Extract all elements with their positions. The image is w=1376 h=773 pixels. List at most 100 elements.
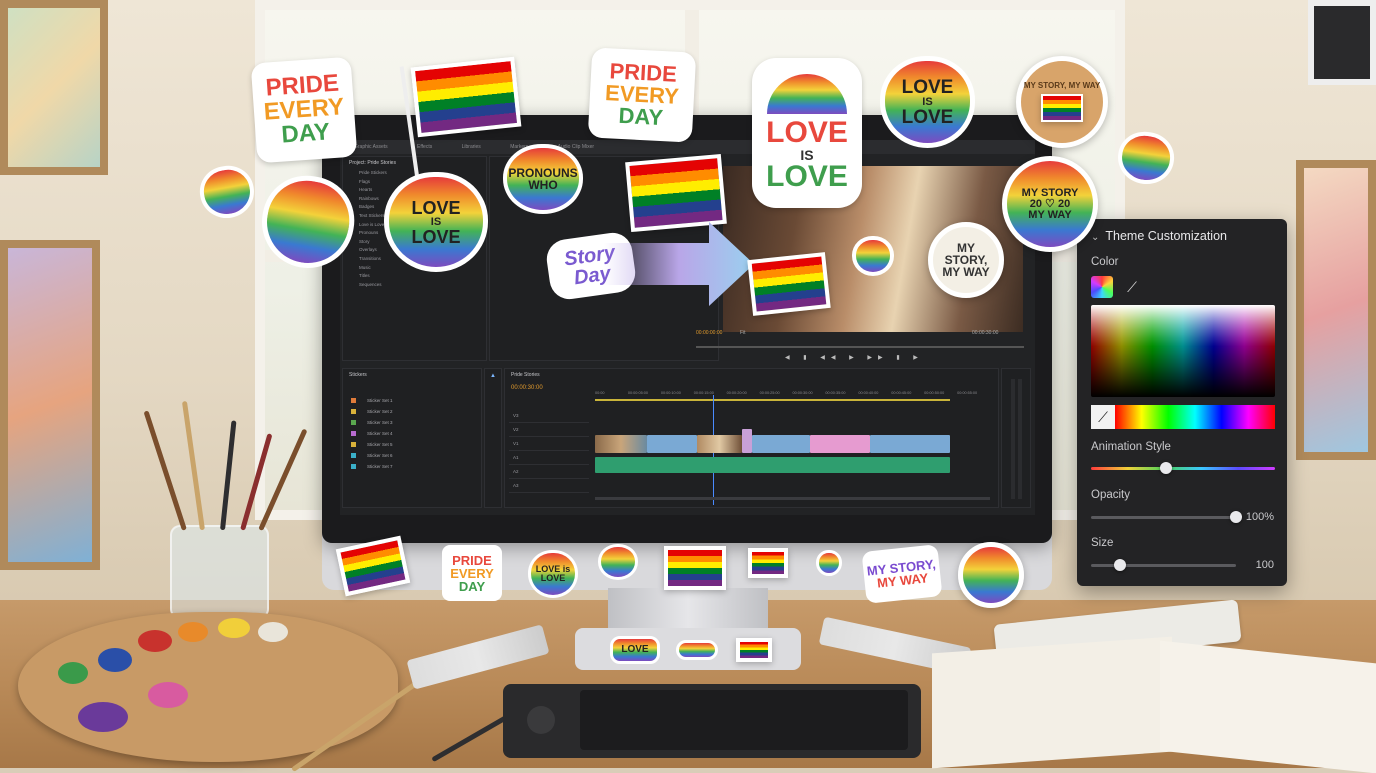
wall-art-left-bottom bbox=[0, 240, 100, 570]
bin-item[interactable]: Sticker Set 3 bbox=[343, 417, 481, 428]
tools-panel: ▲ bbox=[484, 368, 502, 508]
bin-item-label: Sticker Set 6 bbox=[367, 453, 393, 458]
video-clip[interactable] bbox=[810, 435, 870, 453]
timeline-timecode: 00:00:30:00 bbox=[511, 385, 543, 391]
label-color-swatch bbox=[351, 409, 356, 414]
paint-palette bbox=[18, 612, 398, 762]
pride-flag-sticker bbox=[664, 546, 726, 590]
video-clip[interactable] bbox=[742, 429, 752, 453]
video-clip[interactable] bbox=[870, 435, 950, 453]
track-header[interactable]: V2 bbox=[509, 423, 589, 437]
tree-item[interactable]: Titles bbox=[343, 272, 486, 281]
video-clip[interactable] bbox=[752, 435, 810, 453]
heart-sticker bbox=[816, 550, 842, 576]
track-header[interactable]: V3 bbox=[509, 409, 589, 423]
progress-pride-flag-sticker bbox=[747, 252, 831, 316]
ruler-mark: 00:00:35:00 bbox=[825, 391, 846, 395]
size-slider[interactable] bbox=[1091, 564, 1236, 567]
love-is-love-heart-sticker: LOVE IS LOVE bbox=[384, 172, 488, 272]
track-header[interactable]: A2 bbox=[509, 465, 589, 479]
ruler-mark: 00:00:25:00 bbox=[759, 391, 780, 395]
ruler-mark: 00:00:30:00 bbox=[792, 391, 813, 395]
bin-item-label: Sticker Set 2 bbox=[367, 409, 393, 414]
pride-every-day-sticker: PRIDE EVERY DAY bbox=[250, 56, 358, 164]
transport-controls[interactable]: ◀ ▮ ◀◀ ▶ ▶▶ ▮ ▶ bbox=[785, 354, 935, 362]
zoom-select[interactable]: Fit bbox=[740, 330, 746, 336]
opacity-slider[interactable] bbox=[1091, 516, 1236, 519]
timecode-left: 00:00:00:00 bbox=[696, 330, 723, 336]
video-clip[interactable] bbox=[647, 435, 697, 453]
bin-item-label: Sticker Set 4 bbox=[367, 431, 393, 436]
ruler-mark: 00:00 bbox=[595, 391, 605, 395]
label-color-swatch bbox=[351, 398, 356, 403]
work-area-bar[interactable] bbox=[595, 399, 950, 401]
timecode-right: 00:00:30:00 bbox=[972, 330, 999, 336]
tree-item[interactable]: Sequences bbox=[343, 281, 486, 290]
chevron-down-icon[interactable]: ⌄ bbox=[1091, 232, 1099, 243]
tablet-active-area bbox=[580, 690, 908, 750]
bin-item[interactable]: Sticker Set 2 bbox=[343, 406, 481, 417]
heart-sticker bbox=[598, 544, 638, 580]
color-picker-field[interactable] bbox=[1091, 305, 1275, 397]
eyedropper-icon[interactable]: ⟋ bbox=[1091, 405, 1115, 429]
love-is-love-heart-sticker: LOVE IS LOVE bbox=[880, 56, 975, 148]
bin-item[interactable]: Sticker Set 7 bbox=[343, 461, 481, 472]
ruler-mark: 00:00:40:00 bbox=[858, 391, 879, 395]
track-header[interactable]: A1 bbox=[509, 451, 589, 465]
track-header[interactable]: A3 bbox=[509, 479, 589, 493]
animation-style-knob[interactable] bbox=[1160, 462, 1173, 474]
wall-art-right-top bbox=[1308, 0, 1376, 85]
wall-art-left-top bbox=[0, 0, 108, 175]
size-value: 100 bbox=[1255, 559, 1274, 571]
pronouns-sticker: PRONOUNS WHO bbox=[503, 144, 583, 214]
bin-list: Sticker Set 1 Sticker Set 2 Sticker Set 3 S… bbox=[343, 395, 481, 472]
menu-tab[interactable]: Libraries bbox=[462, 144, 481, 150]
bin-panel: Stickers Sticker Set 1 Sticker Set 2 Stick… bbox=[342, 368, 482, 508]
track-header[interactable]: V1 bbox=[509, 437, 589, 451]
opacity-label: Opacity bbox=[1091, 489, 1130, 501]
ruler-mark: 00:00:15:00 bbox=[693, 391, 714, 395]
color-swatch[interactable] bbox=[1091, 276, 1113, 298]
menu-tab[interactable]: Effects bbox=[417, 144, 432, 150]
track-headers: V3 V2 V1 A1 A2 A3 bbox=[509, 409, 589, 493]
timeline-title: Pride Stories bbox=[511, 372, 540, 378]
theme-panel-header[interactable]: ⌄ Theme Customization bbox=[1091, 229, 1227, 243]
opacity-knob[interactable] bbox=[1230, 511, 1242, 523]
color-label: Color bbox=[1091, 256, 1119, 268]
ruler-mark: 00:00:50:00 bbox=[924, 391, 945, 395]
my-story-my-way-sticker: MY STORY, MY WAY bbox=[928, 222, 1004, 298]
video-clip[interactable] bbox=[697, 435, 742, 453]
ruler-mark: 00:00:45:00 bbox=[891, 391, 912, 395]
bin-item[interactable]: Sticker Set 4 bbox=[343, 428, 481, 439]
bin-item[interactable]: Sticker Set 1 bbox=[343, 395, 481, 406]
eyedropper-icon[interactable]: ⟋ bbox=[1123, 278, 1141, 296]
preview-scrubber[interactable] bbox=[696, 346, 1024, 348]
pride-flag-sticker bbox=[410, 56, 522, 138]
bin-item-label: Sticker Set 5 bbox=[367, 442, 393, 447]
pride-flag-sticker bbox=[625, 153, 727, 233]
label-color-swatch bbox=[351, 420, 356, 425]
video-clip[interactable] bbox=[595, 435, 647, 453]
my-story-badge-sticker: MY STORY, MY WAY bbox=[1016, 56, 1108, 148]
theme-panel-title: Theme Customization bbox=[1105, 229, 1227, 243]
sketchbook-left-page bbox=[932, 636, 1172, 769]
hue-slider[interactable] bbox=[1115, 405, 1275, 429]
sketchbook-right-page bbox=[1160, 640, 1376, 773]
my-story-2020-badge: MY STORY 20 ♡ 20 MY WAY bbox=[1002, 156, 1098, 252]
ruler-mark: 00:00:20:00 bbox=[726, 391, 747, 395]
animation-style-slider[interactable] bbox=[1091, 467, 1275, 470]
menu-tab[interactable]: Graphic Assets bbox=[354, 144, 388, 150]
size-knob[interactable] bbox=[1114, 559, 1126, 571]
audio-clip[interactable] bbox=[595, 457, 950, 473]
audio-meters bbox=[1001, 368, 1031, 508]
label-color-swatch bbox=[351, 464, 356, 469]
ruler-mark: 00:00:05:00 bbox=[627, 391, 648, 395]
bin-item[interactable]: Sticker Set 6 bbox=[343, 450, 481, 461]
pride-flag-sticker bbox=[736, 638, 772, 662]
theme-customization-panel: ⌄ Theme Customization Color ⟋ ⟋ Animation… bbox=[1077, 219, 1287, 586]
bin-label: Stickers bbox=[349, 372, 367, 378]
opacity-value: 100% bbox=[1245, 511, 1274, 523]
bin-item[interactable]: Sticker Set 5 bbox=[343, 439, 481, 450]
timeline-scrollbar[interactable] bbox=[595, 497, 990, 500]
animation-style-label: Animation Style bbox=[1091, 441, 1171, 453]
